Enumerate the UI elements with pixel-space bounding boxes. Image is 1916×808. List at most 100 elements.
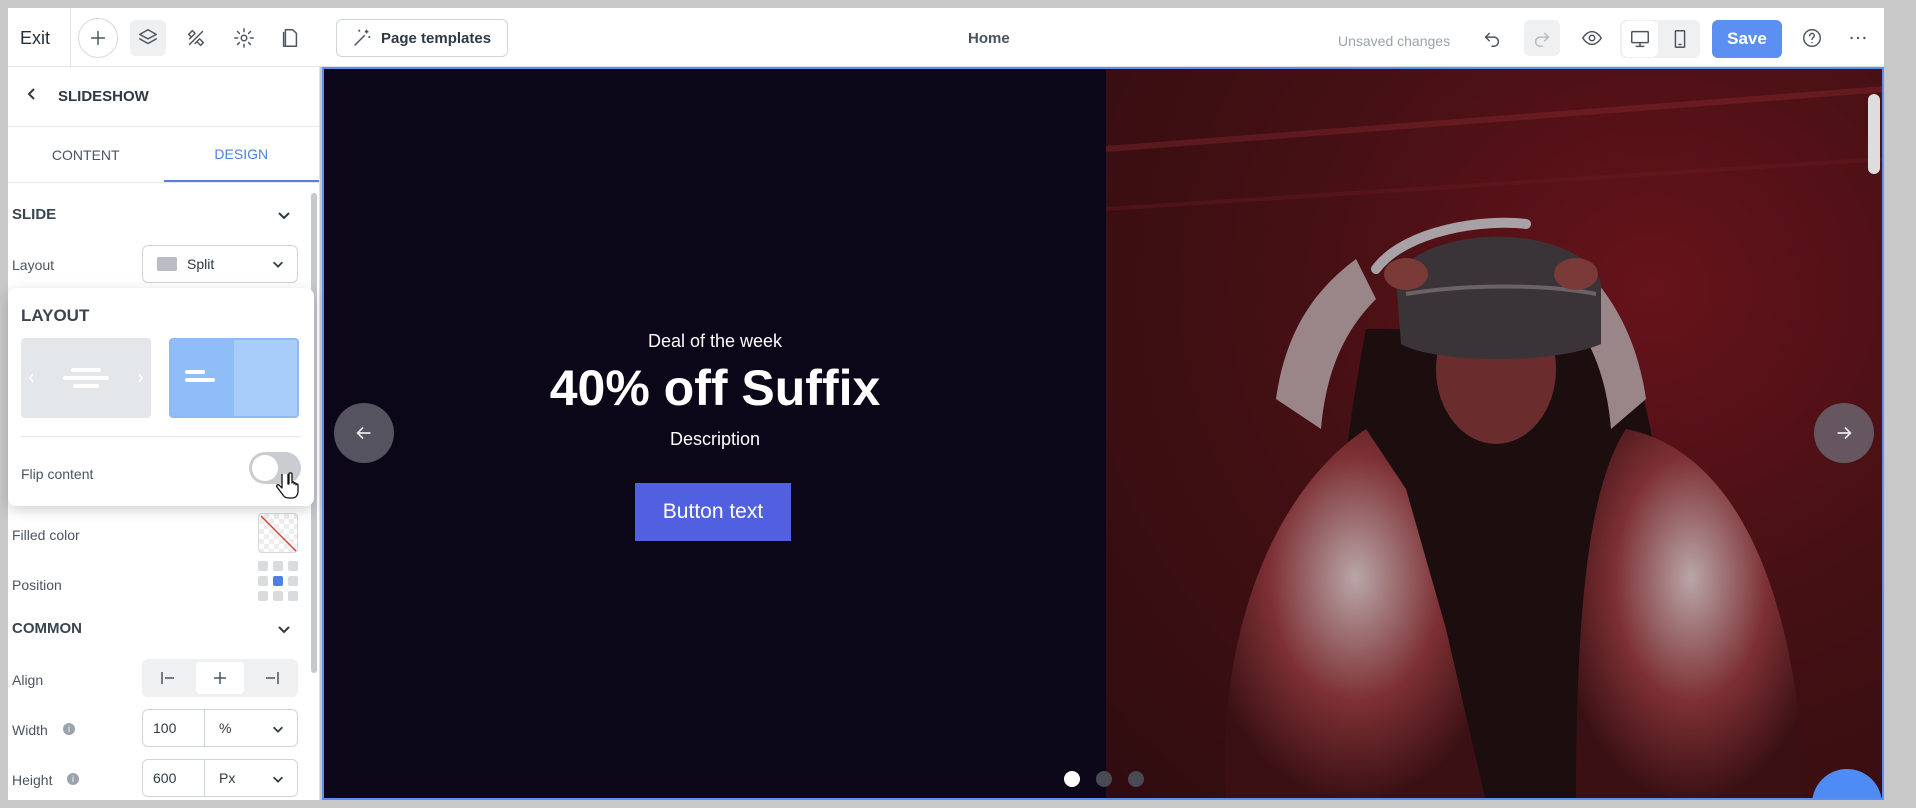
add-element-button[interactable] <box>78 18 118 58</box>
split-layout-icon <box>157 257 177 271</box>
position-cell[interactable] <box>273 561 283 571</box>
chevron-left-icon <box>27 88 35 100</box>
align-label: Align <box>12 672 44 688</box>
height-field: 600 Px <box>142 759 298 797</box>
help-button[interactable] <box>1794 20 1830 56</box>
slide-dot-3[interactable] <box>1128 771 1144 787</box>
plus-icon <box>90 30 106 46</box>
width-unit-select[interactable]: % <box>205 710 297 746</box>
position-cell[interactable] <box>288 591 298 601</box>
preview-button[interactable] <box>1574 20 1610 56</box>
tools-icon <box>187 29 205 47</box>
save-button[interactable]: Save <box>1712 20 1782 58</box>
settings-button[interactable] <box>226 20 262 56</box>
position-cell[interactable] <box>273 591 283 601</box>
position-cell[interactable] <box>288 561 298 571</box>
slide-image[interactable] <box>1106 69 1882 798</box>
panel-tabs: CONTENT DESIGN <box>8 127 319 183</box>
width-input[interactable]: 100 <box>143 710 205 746</box>
position-cell[interactable] <box>258 561 268 571</box>
slideshow-canvas[interactable]: Deal of the week 40% off Suffix Descript… <box>322 67 1884 800</box>
ellipsis-icon <box>1850 36 1866 40</box>
prev-slide-button[interactable] <box>334 403 394 463</box>
slide-dot-2[interactable] <box>1096 771 1112 787</box>
layout-popover: LAYOUT Flip content <box>8 288 314 506</box>
height-info-icon[interactable]: i <box>67 773 79 785</box>
align-center-button[interactable] <box>196 662 244 694</box>
align-segmented-control <box>142 659 298 697</box>
common-section-title[interactable]: COMMON <box>12 620 82 637</box>
unsaved-status: Unsaved changes <box>1338 33 1451 49</box>
flip-content-label: Flip content <box>21 466 94 482</box>
chevron-down-icon <box>278 626 290 634</box>
arrow-left-icon <box>356 426 371 440</box>
layout-dropdown[interactable]: Split <box>142 245 298 283</box>
layout-option-split[interactable] <box>169 338 299 418</box>
redo-button[interactable] <box>1524 20 1560 56</box>
position-cell-selected[interactable] <box>273 576 283 586</box>
canvas-scrollbar[interactable] <box>1868 94 1880 174</box>
height-unit-value: Px <box>219 770 236 786</box>
device-switcher <box>1620 20 1700 58</box>
vr-headset-photo <box>1106 69 1882 798</box>
align-right-icon <box>266 672 279 684</box>
slide-pagination <box>1064 771 1144 787</box>
tab-content[interactable]: CONTENT <box>8 127 164 182</box>
gear-icon <box>234 28 254 48</box>
chevron-down-icon <box>273 776 283 783</box>
panel-header: SLIDESHOW <box>8 67 319 127</box>
slide-subtitle[interactable]: Deal of the week <box>324 331 1106 352</box>
layout-option-centered[interactable] <box>21 338 151 418</box>
hand-cursor-icon <box>276 472 299 499</box>
toolbar-divider <box>70 8 71 67</box>
eye-icon <box>1582 30 1602 46</box>
slide-headline[interactable]: 40% off Suffix <box>324 359 1106 417</box>
next-slide-button[interactable] <box>1814 403 1874 463</box>
position-label: Position <box>12 577 62 593</box>
undo-icon <box>1484 32 1500 47</box>
width-info-icon[interactable]: i <box>63 723 75 735</box>
align-right-button[interactable] <box>248 662 296 694</box>
more-button[interactable] <box>1840 20 1876 56</box>
desktop-icon <box>1631 30 1649 48</box>
align-left-button[interactable] <box>144 662 192 694</box>
layout-label: Layout <box>12 257 55 273</box>
popover-title: LAYOUT <box>21 306 90 325</box>
pages-button[interactable] <box>272 20 308 56</box>
slide-section-title[interactable]: SLIDE <box>12 206 56 223</box>
magic-wand-icon <box>354 29 371 46</box>
back-button[interactable] <box>24 86 40 107</box>
desktop-view-button[interactable] <box>1622 21 1658 57</box>
popover-divider <box>21 436 301 437</box>
editor-toolbar: Exit Page templates Home Unsaved changes… <box>8 8 1884 67</box>
height-label: Height <box>12 772 53 788</box>
page-templates-button[interactable]: Page templates <box>336 19 509 57</box>
position-cell[interactable] <box>258 576 268 586</box>
layers-icon <box>139 29 157 45</box>
exit-button[interactable]: Exit <box>20 28 50 49</box>
position-cell[interactable] <box>288 576 298 586</box>
position-cell[interactable] <box>258 591 268 601</box>
slide-section-toggle[interactable] <box>276 207 292 223</box>
filled-color-swatch[interactable] <box>258 513 298 553</box>
redo-icon <box>1534 32 1550 47</box>
layout-dropdown-value: Split <box>187 256 215 272</box>
common-section-toggle[interactable] <box>276 621 292 637</box>
position-grid[interactable] <box>258 561 298 601</box>
width-field: 100 % <box>142 709 298 747</box>
layers-button[interactable] <box>130 20 166 56</box>
align-center-icon <box>214 672 226 684</box>
slide-description[interactable]: Description <box>324 429 1106 450</box>
undo-button[interactable] <box>1474 20 1510 56</box>
tab-design[interactable]: DESIGN <box>163 127 319 182</box>
slide-dot-1[interactable] <box>1064 771 1080 787</box>
slide-cta-button[interactable]: Button text <box>635 483 791 541</box>
no-color-icon <box>260 515 297 552</box>
page-title[interactable]: Home <box>968 30 1010 47</box>
mobile-view-button[interactable] <box>1662 21 1698 57</box>
chevron-down-icon <box>271 257 285 274</box>
height-input[interactable]: 600 <box>143 760 205 796</box>
design-tools-button[interactable] <box>178 20 214 56</box>
page-templates-label: Page templates <box>381 29 492 47</box>
height-unit-select[interactable]: Px <box>205 760 297 796</box>
